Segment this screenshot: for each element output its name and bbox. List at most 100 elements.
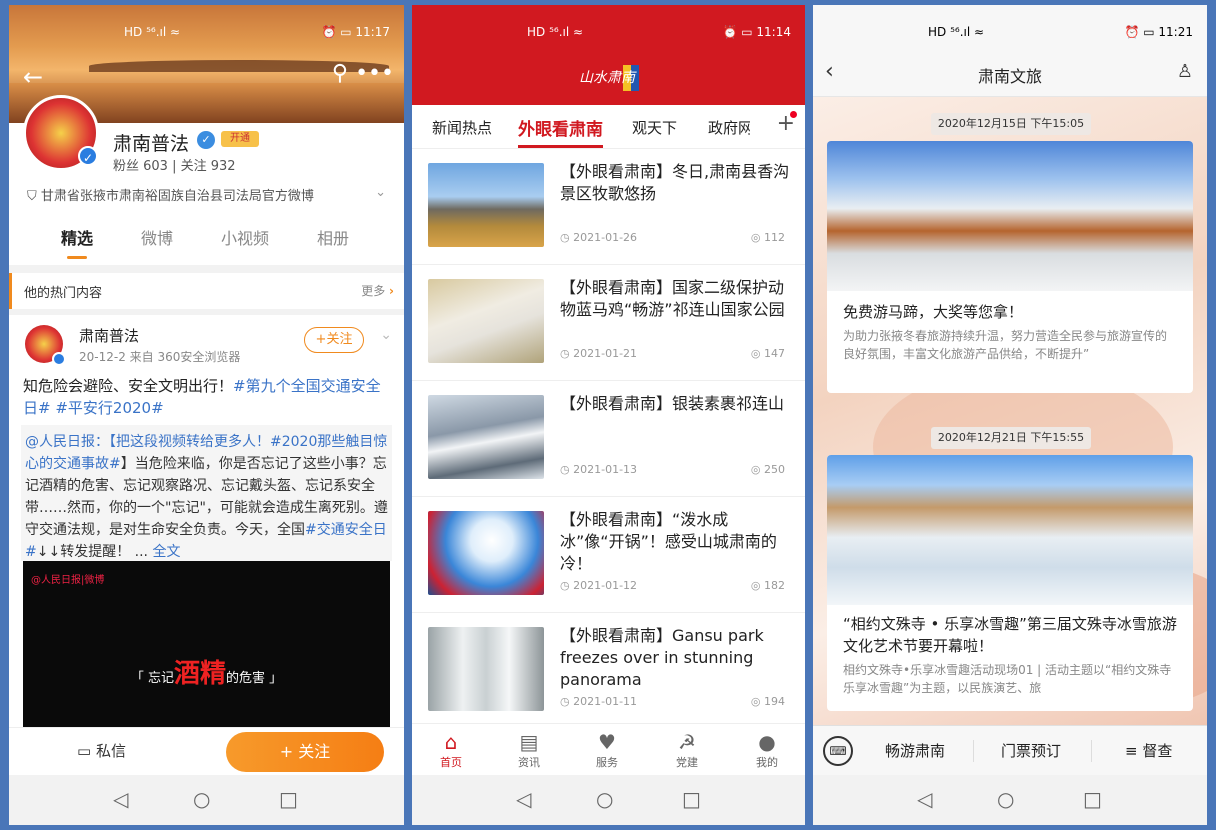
repost-source[interactable]: @人民日报：【把这段视频转给更多人！ [25,434,270,450]
tab-service[interactable]: ♥ 服务 [582,730,632,770]
search-icon[interactable]: ⚲ [332,61,348,86]
video-player[interactable]: @人民日报|微博 「 忘记酒精的危害 」 [23,561,390,737]
article-thumbnail [428,279,544,363]
tab-party[interactable]: ☭ 党建 [662,730,712,770]
book-icon: ▤ [519,730,539,754]
status-bar: HD ⁵⁶.ıl ≈ ⏰ ▭ 11:21 [813,5,1207,57]
more-icon[interactable]: ••• [355,61,394,86]
post-author[interactable]: 肃南普法 [79,325,139,346]
menu-divider [973,740,974,762]
nav-home-icon[interactable]: ○ [997,787,1014,811]
chevron-down-icon[interactable]: ⌄ [380,327,392,343]
profile-stats[interactable]: 粉丝 603 | 关注 932 [113,155,236,174]
article-item[interactable]: 【外眼看肃南】“泼水成冰”像“开锅”！感受山城肃南的冷！ ◷ 2021-01-1… [412,497,805,613]
article-views: ◎ 250 [750,463,785,476]
article-thumbnail [428,395,544,479]
screenshot-frame: HD ⁵⁶.ıl ≈ ⏰ ▭ 11:17 ← ⚲ ••• ✓ 肃南普法 ✓ 开通… [0,0,1216,830]
article-item[interactable]: 【外眼看肃南】Gansu park freezes over in stunni… [412,613,805,729]
article-title: 【外眼看肃南】银装素裹祁连山 [560,394,785,413]
divider [9,265,404,273]
nav-home-icon[interactable]: ○ [193,787,210,811]
message-button[interactable]: ▭ 私信 [77,740,126,761]
tab-weibo[interactable]: 微博 [141,225,173,249]
article-item[interactable]: 【外眼看肃南】银装素裹祁连山 ◷ 2021-01-13 ◎ 250 [412,381,805,497]
message-area: 2020年12月15日 下午15:05 免费游马蹄，大奖等您拿！ 为助力张掖冬春… [813,97,1207,725]
follow-main-button[interactable]: + 关注 [226,732,384,772]
post-text-main: 知危险会避险、安全文明出行！ [23,377,234,395]
wechat-account-screen: HD ⁵⁶.ıl ≈ ⏰ ▭ 11:21 ‹ 肃南文旅 ♙ 2020年12月15… [813,5,1207,825]
nav-recents-icon[interactable]: □ [279,787,298,811]
article-item[interactable]: 【外眼看肃南】冬日,肃南县香沟景区牧歌悠扬 ◷ 2021-01-26 ◎ 112 [412,149,805,265]
article-thumbnail [428,627,544,711]
more-link[interactable]: 更多 › [361,282,394,299]
menu-inspect[interactable]: ≡ 督查 [1125,740,1172,761]
article-thumbnail [428,163,544,247]
article-card[interactable]: “相约文殊寺 • 乐享冰雪趣”第三届文殊寺冰雪旅游文化艺术节要开幕啦！ 相约文殊… [827,455,1193,711]
system-nav-bar: ◁ ○ □ [9,775,404,825]
nav-recents-icon[interactable]: □ [1083,787,1102,811]
tab-world[interactable]: 观天下 [632,117,677,138]
tab-outside-view[interactable]: 外眼看肃南 [518,115,603,148]
article-item[interactable]: 【外眼看肃南】国家二级保护动物蓝马鸡“畅游”祁连山国家公园 ◷ 2021-01-… [412,265,805,381]
article-title: 【外眼看肃南】“泼水成冰”像“开锅”！感受山城肃南的冷！ [560,510,777,573]
news-app-screen: HD ⁵⁶.ıl ≈ ⏰ ▭ 11:14 山水肃南 新闻热点 外眼看肃南 观天下… [412,5,805,825]
article-title: 【外眼看肃南】Gansu park freezes over in stunni… [560,626,764,689]
article-card[interactable]: 免费游马蹄，大奖等您拿！ 为助力张掖冬春旅游持续升温，努力营造全民参与旅游宣传的… [827,141,1193,393]
nav-back-icon[interactable]: ◁ [917,787,932,811]
hot-content-title: 他的热门内容 [24,286,103,301]
repost-box[interactable]: @人民日报：【把这段视频转给更多人！#2020那些触目惊心的交通事故#】当危险来… [21,425,392,561]
nav-back-icon[interactable]: ◁ [113,787,128,811]
app-header: HD ⁵⁶.ıl ≈ ⏰ ▭ 11:14 山水肃南 [412,5,805,105]
blue-v-icon: ✓ [197,131,215,149]
menu-tickets[interactable]: 门票预订 [1001,740,1061,761]
nav-home-icon[interactable]: ○ [596,787,613,811]
tab-short-video[interactable]: 小视频 [221,225,269,249]
hot-content-header: 他的热门内容 更多 › [9,273,404,309]
tab-home[interactable]: ⌂ 首页 [426,730,476,770]
follow-button[interactable]: +关注 [304,327,364,353]
tab-album[interactable]: 相册 [317,225,349,249]
message-timestamp: 2020年12月21日 下午15:55 [931,427,1091,449]
shield-icon: ⛉ [27,189,41,204]
menu-divider [1091,740,1092,762]
nav-back-icon[interactable]: ◁ [516,787,531,811]
article-title: 【外眼看肃南】国家二级保护动物蓝马鸡“畅游”祁连山国家公园 [560,278,785,319]
tab-info[interactable]: ▤ 资讯 [504,730,554,770]
keyboard-icon[interactable]: ⌨ [823,736,853,766]
status-bar: HD ⁵⁶.ıl ≈ ⏰ ▭ 11:17 [9,5,404,57]
post-avatar[interactable] [25,325,66,366]
tab-featured[interactable]: 精选 [61,225,93,259]
article-views: ◎ 182 [750,579,785,592]
post-meta: 20-12-2 来自 360安全浏览器 [79,350,241,364]
app-logo: 山水肃南 [567,65,647,91]
nav-recents-icon[interactable]: □ [682,787,701,811]
tab-government[interactable]: 政府网 [708,117,750,138]
profile-icon[interactable]: ♙ [1177,61,1193,82]
chevron-down-icon[interactable]: ⌄ [375,185,386,200]
signal-icons: HD ⁵⁶.ıl ≈ [527,25,584,39]
eye-icon: ◎ [750,579,761,592]
tab-mine[interactable]: ● 我的 [742,730,792,770]
article-title: 【外眼看肃南】冬日,肃南县香沟景区牧歌悠扬 [560,162,790,203]
profile-avatar[interactable]: ✓ [23,95,99,171]
article-views: ◎ 147 [750,347,785,360]
vip-badge[interactable]: 开通 [221,131,259,147]
article-thumbnail [428,511,544,595]
card-title: 免费游马蹄，大奖等您拿！ [843,303,1024,321]
status-right: ⏰ ▭ 11:17 [321,25,391,39]
chat-header: HD ⁵⁶.ıl ≈ ⏰ ▭ 11:21 ‹ 肃南文旅 ♙ [813,5,1207,97]
party-emblem-icon: ☭ [678,730,696,754]
video-watermark: @人民日报|微博 [31,575,105,586]
message-timestamp: 2020年12月15日 下午15:05 [931,113,1091,135]
profile-name: 肃南普法 [113,133,190,155]
back-arrow-icon[interactable]: ← [23,63,43,91]
tab-news[interactable]: 新闻热点 [432,117,492,138]
full-text-link[interactable]: 全文 [152,544,180,560]
menu-tour[interactable]: 畅游肃南 [885,740,945,761]
notification-dot [790,111,797,118]
profile-description[interactable]: ⛉ 甘肃省张掖市肃南裕固族自治县司法局官方微博 ⌄ [27,185,390,204]
weibo-profile-screen: HD ⁵⁶.ıl ≈ ⏰ ▭ 11:17 ← ⚲ ••• ✓ 肃南普法 ✓ 开通… [9,5,404,825]
repost-tail: ↓↓转发提醒！ ... [36,544,148,560]
system-nav-bar: ◁ ○ □ [813,775,1207,825]
description-text: 甘肃省张掖市肃南裕固族自治县司法局官方微博 [40,189,314,204]
